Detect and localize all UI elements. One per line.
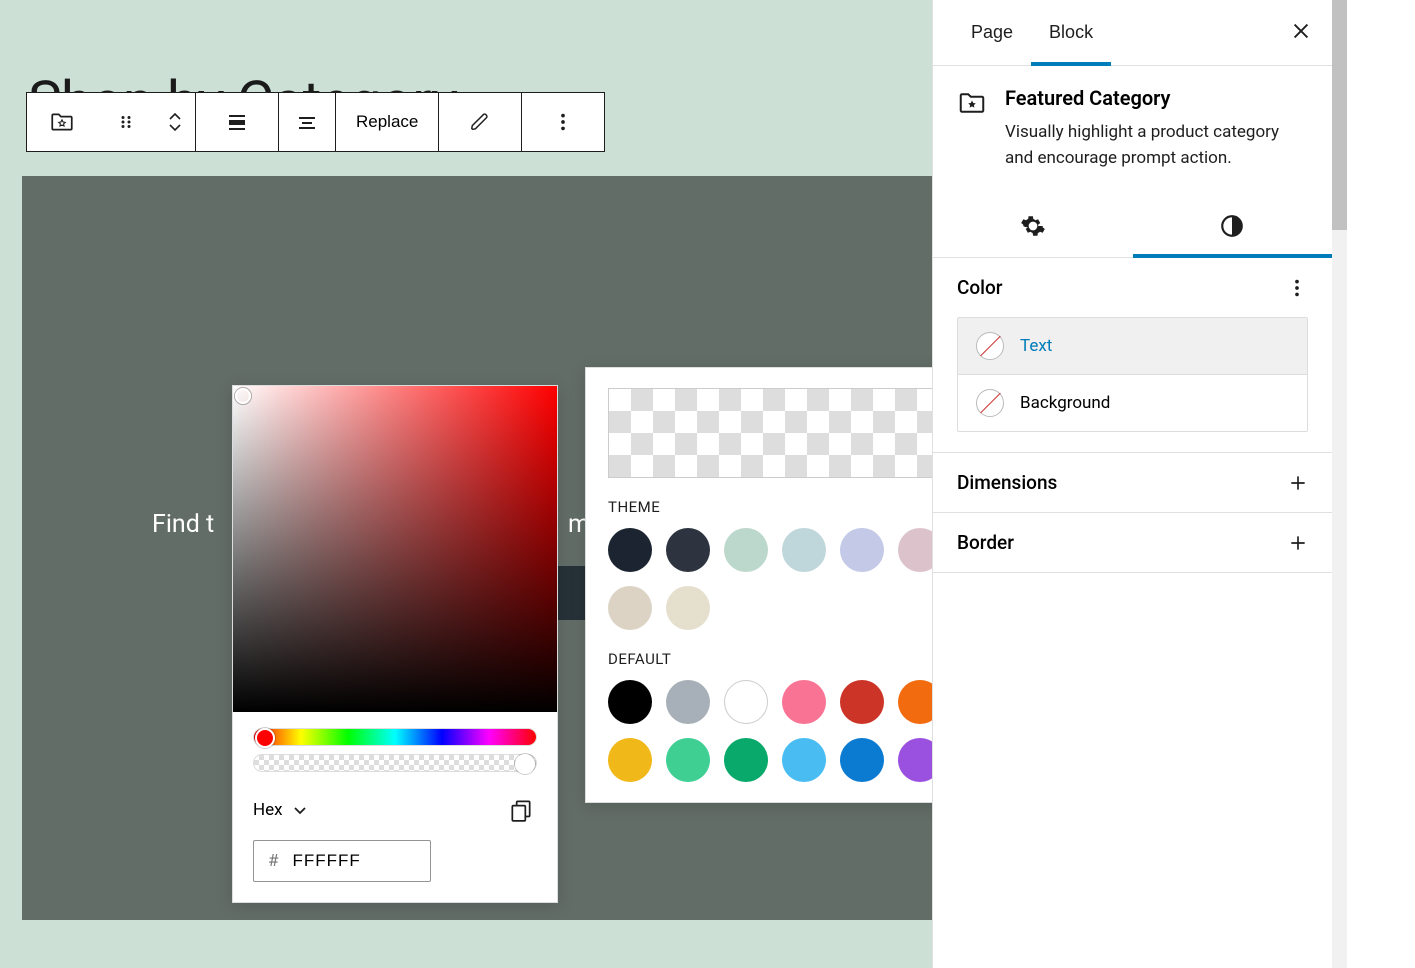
alpha-slider[interactable]	[253, 754, 537, 772]
tab-block[interactable]: Block	[1031, 0, 1111, 65]
close-sidebar-button[interactable]	[1290, 20, 1312, 42]
color-swatch-popover: THEME DEFAULT	[585, 367, 975, 803]
color-indicator-text	[976, 332, 1004, 360]
settings-sidebar: Page Block Featured Category Visually hi…	[932, 0, 1332, 968]
color-format-select[interactable]: Hex	[253, 800, 307, 820]
contrast-icon	[1219, 213, 1245, 239]
swatch-blue[interactable]	[840, 738, 884, 782]
swatch-theme-3[interactable]	[724, 528, 768, 572]
chevron-down-icon	[168, 122, 182, 132]
color-text-item[interactable]: Text	[958, 318, 1307, 374]
align-button[interactable]	[196, 93, 278, 151]
default-swatch-row	[608, 680, 952, 782]
swatch-black[interactable]	[608, 680, 652, 724]
block-description: Visually highlight a product category an…	[1005, 120, 1308, 171]
replace-button[interactable]: Replace	[336, 93, 438, 151]
canvas-scrollbar[interactable]	[1332, 0, 1347, 968]
move-up-down[interactable]	[155, 93, 195, 151]
align-full-icon	[225, 110, 249, 134]
saturation-area[interactable]	[233, 386, 557, 712]
color-panel-title: Color	[957, 276, 1003, 299]
featured-desc-left: Find t	[152, 510, 214, 539]
swatch-red[interactable]	[840, 680, 884, 724]
theme-label: THEME	[608, 498, 952, 516]
swatch-theme-8[interactable]	[666, 586, 710, 630]
styles-tab[interactable]	[1133, 195, 1333, 257]
plus-icon	[1288, 533, 1308, 553]
border-panel: Border	[933, 513, 1332, 573]
swatch-pink[interactable]	[782, 680, 826, 724]
saturation-cursor[interactable]	[235, 388, 251, 404]
swatch-yellow[interactable]	[608, 738, 652, 782]
swatch-lightgreen[interactable]	[666, 738, 710, 782]
dimensions-panel: Dimensions	[933, 453, 1332, 513]
alpha-thumb[interactable]	[515, 754, 535, 774]
color-indicator-background	[976, 389, 1004, 417]
color-panel: Color Text Background	[933, 258, 1332, 453]
edit-button[interactable]	[439, 93, 521, 151]
color-background-item[interactable]: Background	[958, 374, 1307, 431]
color-panel-header[interactable]: Color	[933, 258, 1332, 317]
color-item-list: Text Background	[957, 317, 1308, 432]
move-handle[interactable]	[97, 93, 155, 151]
block-card-icon	[957, 86, 987, 171]
hex-input[interactable]	[292, 851, 392, 871]
editor-canvas: Shop by Category Replace	[0, 0, 1003, 968]
hue-slider[interactable]	[253, 728, 537, 746]
settings-tab[interactable]	[933, 195, 1133, 257]
close-icon	[1290, 20, 1312, 42]
gear-icon	[1020, 213, 1046, 239]
swatch-gray[interactable]	[666, 680, 710, 724]
copy-color-button[interactable]	[505, 794, 537, 826]
swatch-theme-2[interactable]	[666, 528, 710, 572]
valign-center-icon	[295, 110, 319, 134]
pencil-icon	[469, 111, 491, 133]
block-card: Featured Category Visually highlight a p…	[933, 66, 1332, 195]
copy-icon	[508, 797, 534, 823]
swatch-lightblue[interactable]	[782, 738, 826, 782]
folder-star-icon	[49, 109, 75, 135]
tab-page[interactable]: Page	[953, 0, 1031, 65]
drag-icon	[117, 113, 135, 131]
vertical-align-button[interactable]	[279, 93, 335, 151]
theme-swatch-row	[608, 528, 952, 630]
hex-input-wrapper: #	[253, 840, 431, 882]
swatch-white[interactable]	[724, 680, 768, 724]
color-background-label: Background	[1020, 393, 1110, 413]
color-format-label: Hex	[253, 800, 283, 820]
inspector-sub-tabs	[933, 195, 1332, 258]
block-type-button[interactable]	[27, 93, 97, 151]
sidebar-tab-row: Page Block	[933, 0, 1332, 66]
dots-vertical-icon	[552, 111, 574, 133]
hue-thumb[interactable]	[255, 728, 275, 748]
dots-vertical-icon	[1286, 277, 1308, 299]
folder-star-icon	[957, 88, 987, 118]
block-toolbar: Replace	[26, 92, 605, 152]
more-options-button[interactable]	[522, 93, 604, 151]
swatch-theme-1[interactable]	[608, 528, 652, 572]
dimensions-panel-header[interactable]: Dimensions	[933, 453, 1332, 512]
border-title: Border	[957, 531, 1014, 554]
custom-color-popover: Hex #	[232, 385, 558, 903]
swatch-theme-5[interactable]	[840, 528, 884, 572]
block-title: Featured Category	[1005, 86, 1308, 110]
default-label: DEFAULT	[608, 650, 952, 668]
color-preview[interactable]	[608, 388, 952, 478]
plus-icon	[1288, 473, 1308, 493]
swatch-theme-7[interactable]	[608, 586, 652, 630]
chevron-down-icon	[293, 805, 307, 815]
chevron-up-icon	[168, 112, 182, 122]
border-panel-header[interactable]: Border	[933, 513, 1332, 572]
swatch-theme-4[interactable]	[782, 528, 826, 572]
color-text-label: Text	[1020, 336, 1052, 356]
dimensions-title: Dimensions	[957, 471, 1057, 494]
swatch-green[interactable]	[724, 738, 768, 782]
hash-symbol: #	[268, 851, 278, 871]
scroll-thumb[interactable]	[1332, 0, 1347, 230]
